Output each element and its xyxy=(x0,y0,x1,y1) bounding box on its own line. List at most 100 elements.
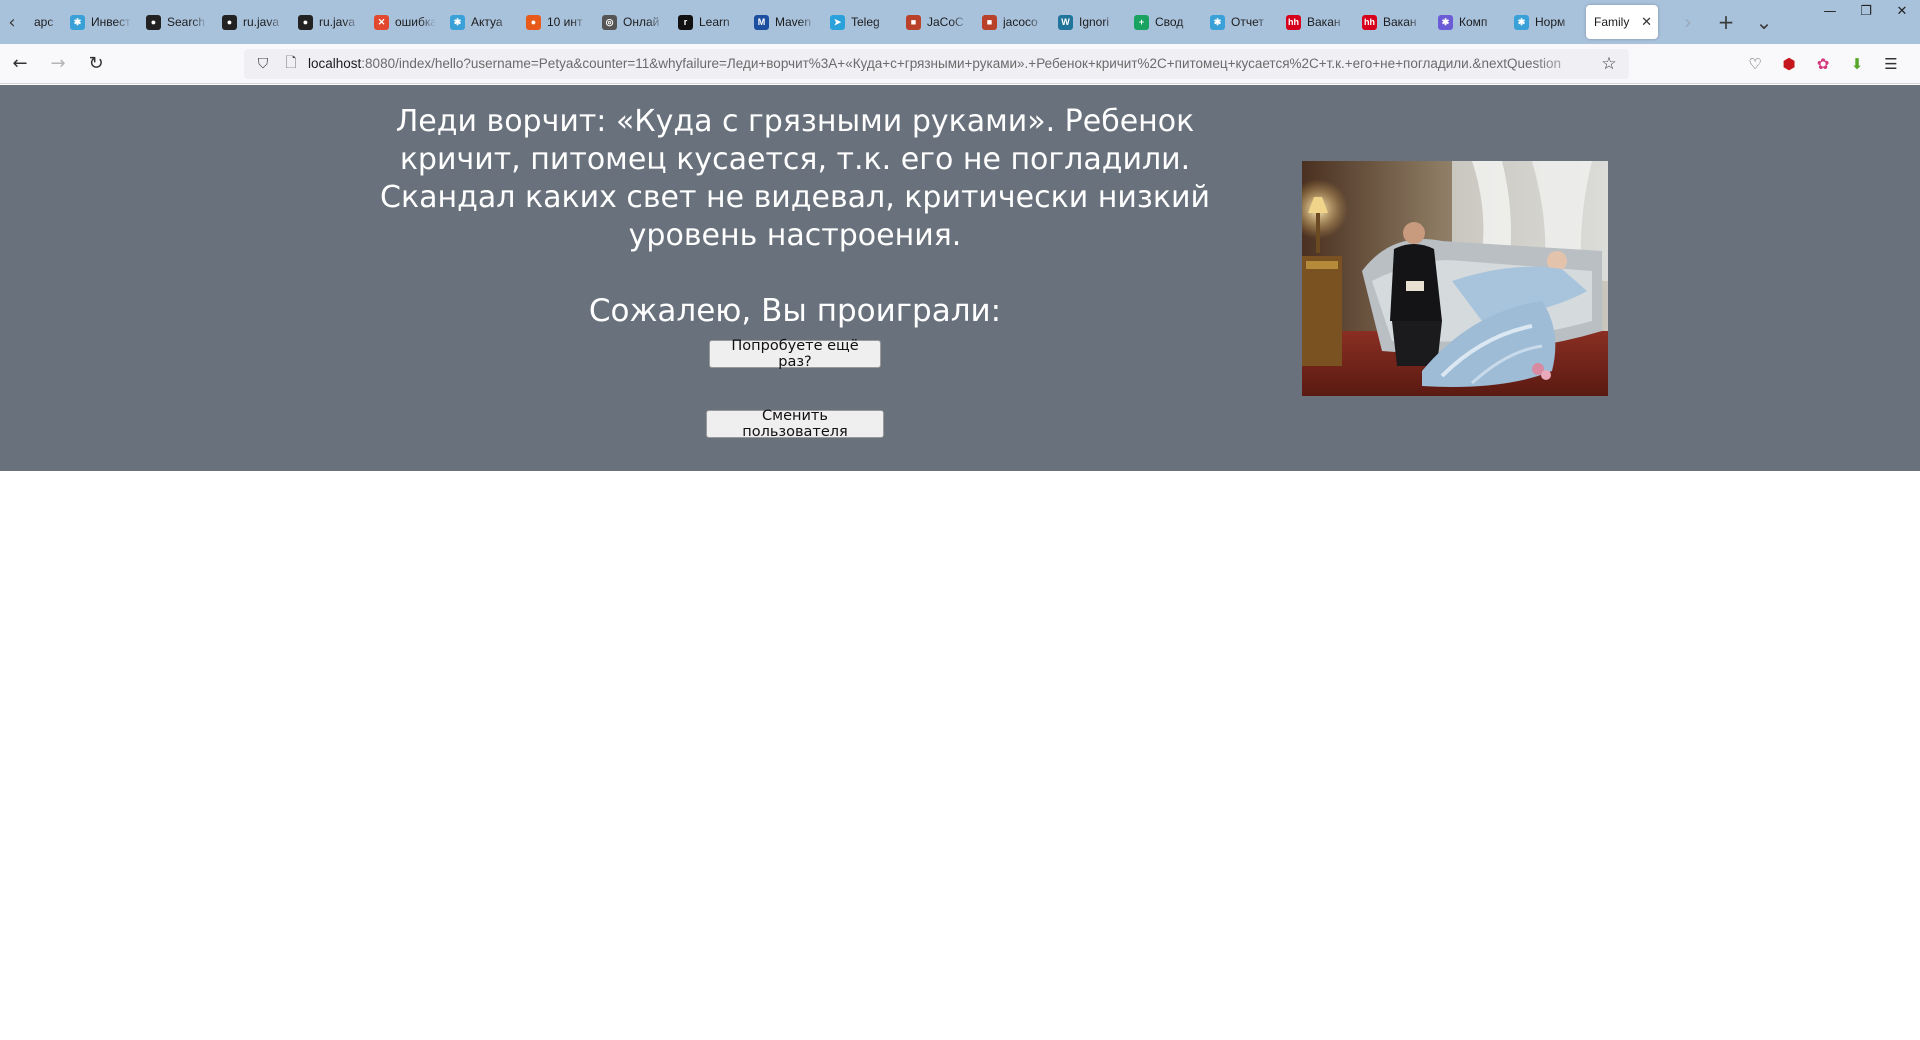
tab-favicon-icon: ■ xyxy=(906,14,921,30)
tab-title: ru.java xyxy=(243,15,280,29)
tab-favicon-icon: hh xyxy=(1286,14,1301,30)
browser-tab[interactable]: + Свод xyxy=(1126,5,1202,39)
browser-tab[interactable]: ● ru.java xyxy=(214,5,290,39)
url-host: localhost xyxy=(308,56,362,71)
tab-title: Вакан xyxy=(1383,15,1417,29)
page-content: Леди ворчит: «Куда с грязными руками». Р… xyxy=(0,85,1920,1040)
new-tab-button[interactable]: + xyxy=(1710,6,1742,38)
minimize-button[interactable]: — xyxy=(1812,0,1848,22)
extension-flower-icon[interactable]: ✿ xyxy=(1812,53,1834,75)
browser-tab[interactable]: hh Вакан xyxy=(1354,5,1430,39)
tab-close-icon[interactable]: ✕ xyxy=(1641,14,1652,30)
tab-title: Норм xyxy=(1535,15,1566,29)
tab-title: Family xyxy=(1594,15,1630,29)
restore-button[interactable]: ❐ xyxy=(1848,0,1884,22)
forward-button[interactable]: → xyxy=(40,48,76,80)
tab-favicon-icon: r xyxy=(678,14,693,30)
tab-favicon-icon: ◎ xyxy=(602,14,617,30)
result-banner: Леди ворчит: «Куда с грязными руками». Р… xyxy=(0,85,1920,471)
painting-illustration xyxy=(1302,161,1608,396)
tab-favicon-icon: M xyxy=(754,14,769,30)
tab-favicon-icon: ✱ xyxy=(1210,14,1225,30)
browser-tab[interactable]: ✕ ошибка xyxy=(366,5,442,39)
browser-tab[interactable]: ■ JaCoC xyxy=(898,5,974,39)
plus-icon: + xyxy=(1717,10,1735,34)
tab-title: Maven xyxy=(775,15,812,29)
list-all-tabs-button[interactable]: ⌄ xyxy=(1748,6,1780,38)
tab-title: арс xyxy=(34,15,54,29)
ublock-icon[interactable]: ⬢ xyxy=(1778,53,1800,75)
tab-favicon-icon: ● xyxy=(298,14,313,30)
tab-list: арс ✱ Инвест ● Search ● ru.java ● ru.java ✕ ошибка… xyxy=(24,0,1662,44)
switch-user-button[interactable]: Сменить пользователя xyxy=(706,408,884,440)
retry-button[interactable]: Попробуете ещё раз? xyxy=(709,338,881,370)
url-text[interactable]: localhost:8080/index/hello?username=Pety… xyxy=(308,56,1597,71)
download-icon[interactable]: ⬇ xyxy=(1846,53,1868,75)
browser-tab[interactable]: ● ru.java xyxy=(290,5,366,39)
tab-strip: ‹ арс ✱ Инвест ● Search ● ru.java ● ru.java ✕ ошиб… xyxy=(0,0,1920,44)
menu-icon[interactable]: ☰ xyxy=(1880,53,1902,75)
chevron-down-icon: ⌄ xyxy=(1755,10,1773,34)
browser-tab[interactable]: ✱ Инвест xyxy=(62,5,138,39)
tab-title: Инвест xyxy=(91,15,131,29)
tab-favicon-icon: ✱ xyxy=(70,14,85,30)
browser-tab[interactable]: ✱ Отчет xyxy=(1202,5,1278,39)
tab-title: Learn xyxy=(699,15,730,29)
close-window-button[interactable]: ✕ xyxy=(1884,0,1920,22)
tab-title: ru.java xyxy=(319,15,356,29)
close-icon: ✕ xyxy=(1896,3,1908,19)
painting-image xyxy=(1302,161,1608,396)
browser-tab[interactable]: r Learn xyxy=(670,5,746,39)
tab-favicon-icon: hh xyxy=(1362,14,1377,30)
browser-tab[interactable]: ➤ Teleg xyxy=(822,5,898,39)
tab-favicon-icon: ● xyxy=(222,14,237,30)
browser-tab-active[interactable]: Family ✕ xyxy=(1586,5,1658,39)
tab-favicon-icon: ✱ xyxy=(450,14,465,30)
restore-icon: ❐ xyxy=(1860,3,1872,19)
page-info-icon[interactable]: 🗋 xyxy=(280,53,302,75)
browser-tab[interactable]: ✱ Актуа xyxy=(442,5,518,39)
pocket-icon[interactable]: ♡ xyxy=(1744,53,1766,75)
reload-button[interactable]: ↻ xyxy=(78,48,114,80)
tab-scroll-right-button[interactable]: › xyxy=(1672,6,1704,38)
url-path: :8080/index/hello?username=Petya&counter… xyxy=(361,56,1561,71)
tab-favicon-icon: + xyxy=(1134,14,1149,30)
tab-title: jacoco xyxy=(1003,15,1038,29)
tab-title: Teleg xyxy=(851,15,880,29)
tab-favicon-icon: ● xyxy=(146,14,161,30)
browser-tab[interactable]: M Maven xyxy=(746,5,822,39)
browser-tab[interactable]: арс xyxy=(24,5,62,39)
tab-title: Онлай xyxy=(623,15,660,29)
browser-tab[interactable]: ✱ Норм xyxy=(1506,5,1582,39)
chevron-right-icon: › xyxy=(1684,10,1692,34)
tab-favicon-icon: ✱ xyxy=(1438,14,1453,30)
arrow-left-icon: ← xyxy=(12,53,28,74)
minimize-icon: — xyxy=(1823,3,1837,19)
browser-tab[interactable]: ● Search xyxy=(138,5,214,39)
tab-title: Вакан xyxy=(1307,15,1341,29)
tab-favicon-icon: ■ xyxy=(982,14,997,30)
browser-tab[interactable]: hh Вакан xyxy=(1278,5,1354,39)
bookmark-star-icon[interactable]: ☆ xyxy=(1597,54,1621,74)
failure-message: Леди ворчит: «Куда с грязными руками». Р… xyxy=(340,103,1250,255)
chevron-left-icon: ‹ xyxy=(8,11,16,33)
tab-favicon-icon: ✱ xyxy=(1514,14,1529,30)
browser-tab[interactable]: ■ jacoco xyxy=(974,5,1050,39)
browser-tab[interactable]: ● 10 инт xyxy=(518,5,594,39)
arrow-right-icon: → xyxy=(50,53,66,74)
reload-icon: ↻ xyxy=(88,53,104,74)
browser-tab[interactable]: W Ignori xyxy=(1050,5,1126,39)
address-bar[interactable]: ⛉ 🗋 localhost:8080/index/hello?username=… xyxy=(244,48,1629,79)
tab-favicon-icon: ● xyxy=(526,14,541,30)
back-button[interactable]: ← xyxy=(2,48,38,80)
tab-title: 10 инт xyxy=(547,15,583,29)
tab-title: Ignori xyxy=(1079,15,1110,29)
tracking-protection-shield-icon[interactable]: ⛉ xyxy=(252,53,274,75)
tab-title: Отчет xyxy=(1231,15,1264,29)
tab-title: JaCoC xyxy=(927,15,964,29)
browser-tab[interactable]: ◎ Онлай xyxy=(594,5,670,39)
result-heading: Сожалею, Вы проиграли: xyxy=(588,293,1002,329)
tab-scroll-left-button[interactable]: ‹ xyxy=(0,0,24,44)
tab-title: Свод xyxy=(1155,15,1184,29)
browser-tab[interactable]: ✱ Комп xyxy=(1430,5,1506,39)
